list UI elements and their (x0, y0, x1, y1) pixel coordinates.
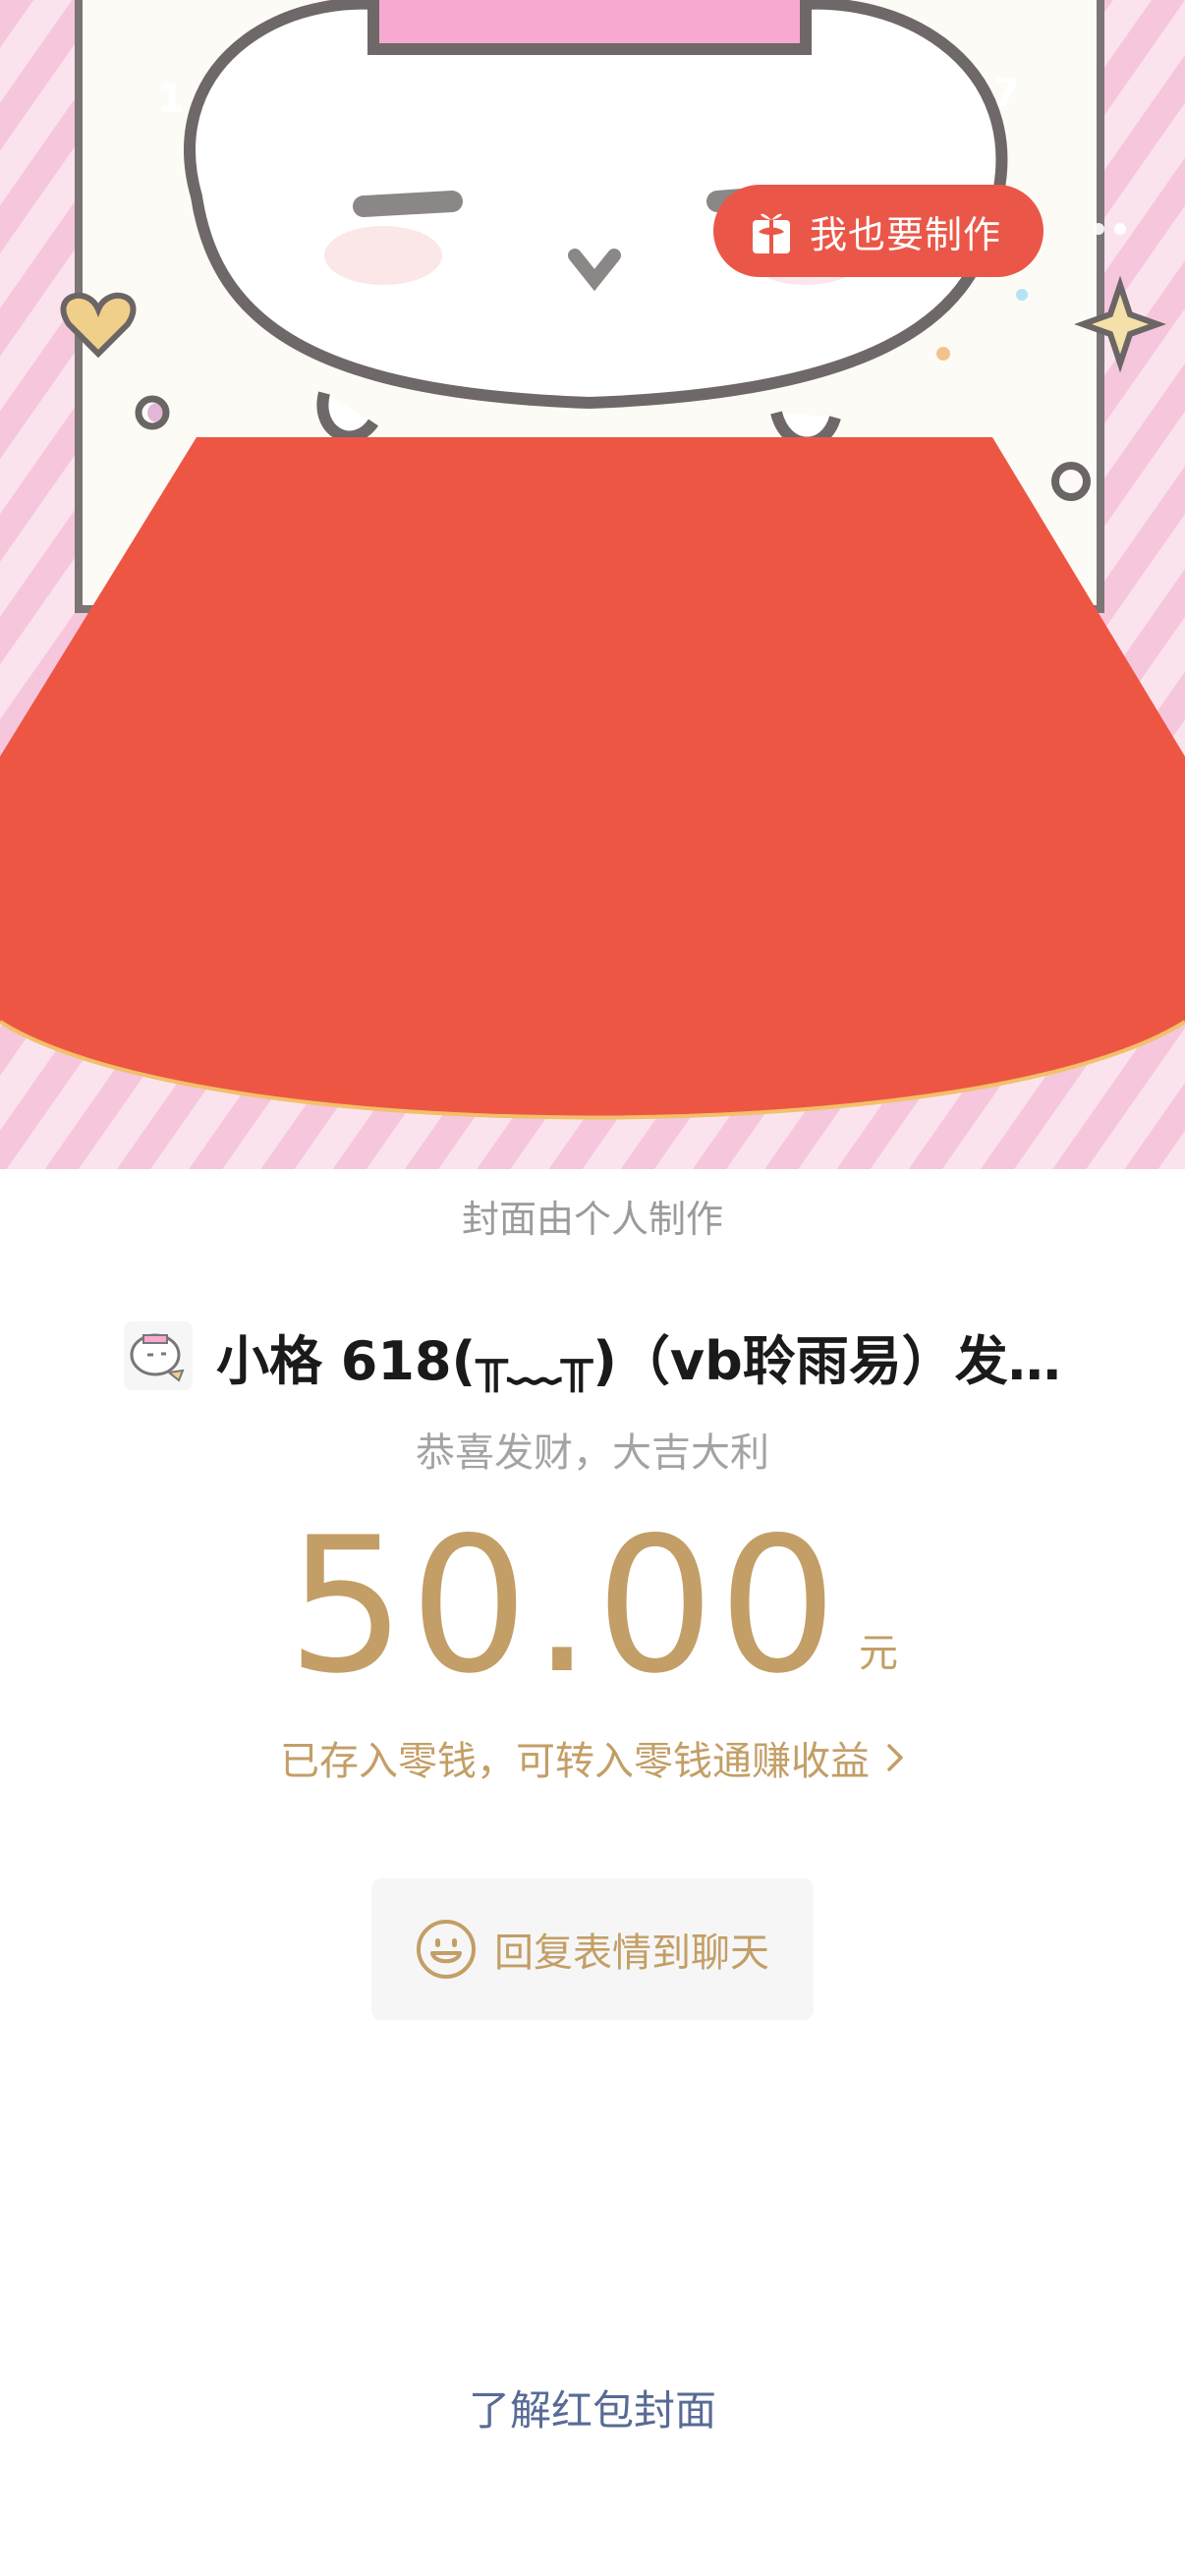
reply-sticker-button[interactable]: 回复表情到聊天 (371, 1878, 814, 2020)
gift-icon (753, 213, 790, 253)
sender-row: 小格 618(╥﹏╥)（vb聆雨易）发… (124, 1315, 1067, 1397)
red-packet-cover (0, 0, 1185, 1169)
greeting-message: 恭喜发财，大吉大利 (416, 1430, 769, 1476)
deposit-note-text: 已存入零钱，可转入零钱通赚收益 (280, 1739, 870, 1784)
status-bar-time: 1 (157, 77, 185, 122)
amount-row: 50.00 元 (0, 1513, 1185, 1700)
bunny-hat (367, 0, 812, 55)
eye-left (353, 191, 463, 217)
sender-name: 小格 618(╥﹏╥)（vb聆雨易）发… (216, 1329, 1061, 1392)
avatar[interactable] (124, 1321, 193, 1390)
avatar-icon (124, 1321, 193, 1390)
deposit-note-link[interactable]: 已存入零钱，可转入零钱通赚收益 (0, 1729, 1185, 1786)
cover-maker-note: 封面由个人制作 (461, 1198, 723, 1241)
amount-value: 50.00 (287, 1497, 841, 1714)
envelope-body (0, 437, 1185, 1118)
status-bar-indicator: 7 (992, 71, 1020, 116)
chevron-right-icon (887, 1744, 903, 1771)
blush-left (324, 226, 442, 285)
make-cover-label: 我也要制作 (810, 212, 1002, 256)
more-options-icon[interactable] (1093, 214, 1152, 244)
reply-sticker-label: 回复表情到聊天 (494, 1931, 769, 1976)
learn-cover-link[interactable]: 了解红包封面 (0, 2378, 1185, 2437)
smiley-icon (417, 1920, 476, 1979)
cover-illustration (0, 0, 1185, 1169)
red-packet-detail-page: 1 7 我也要制作 封面由个人制作 小格 618(╥﹏╥)（vb聆雨易）发… 恭… (0, 0, 1185, 2576)
amount-unit: 元 (858, 1631, 898, 1676)
make-cover-button[interactable]: 我也要制作 (713, 185, 1044, 277)
